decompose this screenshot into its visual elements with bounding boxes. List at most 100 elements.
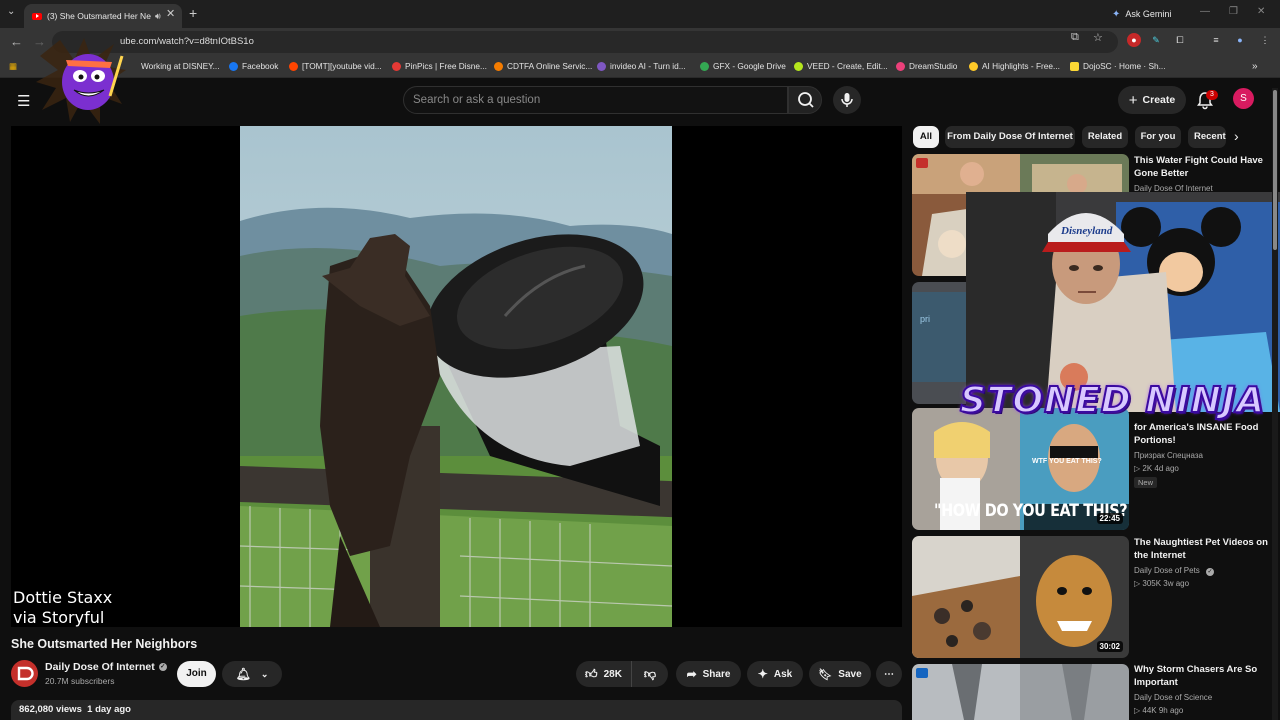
chip-all[interactable]: All xyxy=(913,126,939,148)
subscribed-notifications-button[interactable]: 🔔︎ ⌄ xyxy=(222,661,282,687)
dreamstudio-icon xyxy=(896,61,905,71)
ask-gemini-button[interactable]: ✦ Ask Gemini xyxy=(1104,5,1179,23)
tab-search-chevron-icon[interactable]: ⌄ xyxy=(7,6,15,17)
bookmark-label: Facebook xyxy=(242,61,279,71)
rec-thumbnail-2[interactable]: "HOW DO YOU EAT THIS?!" WTF YOU EAT THIS… xyxy=(912,408,1129,530)
bookmark-7[interactable]: VEED - Create, Edit... xyxy=(794,61,888,71)
purple-mascot-overlay xyxy=(36,38,126,124)
search-input[interactable]: Search or ask a question xyxy=(403,86,788,114)
menu-hamburger-icon[interactable]: ☰ xyxy=(17,92,30,110)
bookmark-4[interactable]: CDTFA Online Servic... xyxy=(494,61,592,71)
notification-count-badge: 3 xyxy=(1206,90,1218,100)
search-button[interactable] xyxy=(788,86,822,114)
ask-button[interactable]: ✦ Ask xyxy=(747,661,803,687)
window-close-icon[interactable]: ✕ xyxy=(1257,6,1265,17)
rec-channel-3[interactable]: Daily Dose of Science xyxy=(1134,693,1212,702)
browser-tab-active[interactable]: (3) She Outsmarted Her Ne 🔊︎ xyxy=(24,4,182,28)
bookmark-star-icon[interactable]: ☆ xyxy=(1093,31,1103,44)
bookmark-0[interactable]: Working at DISNEY... xyxy=(141,61,220,71)
veed-icon xyxy=(794,61,803,71)
browser-toolbar: ← → ube.com/watch?v=d8tnIOtBS1o ⧉ ☆ xyxy=(0,28,1280,56)
tab-close-icon[interactable]: ✕ xyxy=(166,7,175,20)
extension-red-icon[interactable]: ● xyxy=(1127,33,1141,47)
bookmark-2[interactable]: [TOMT][youtube vid... xyxy=(289,61,382,71)
cdtfa-icon xyxy=(494,61,503,71)
bookmark-10[interactable]: DojoSC · Home · Sh... xyxy=(1070,61,1166,71)
youtube-header: ☰ Search or ask a question + Create xyxy=(0,80,1280,120)
rec-title-0[interactable]: This Water Fight Could Have Gone Better xyxy=(1134,154,1274,180)
more-actions-button[interactable]: ⋯ xyxy=(876,661,902,687)
chip-from-channel[interactable]: From Daily Dose Of Internet xyxy=(945,126,1075,148)
bookmark-6[interactable]: GFX - Google Drive xyxy=(700,61,786,71)
rec-title-1[interactable]: for America's INSANE Food Portions! xyxy=(1134,421,1274,447)
more-bookmarks-icon[interactable]: » xyxy=(1252,61,1258,72)
streamer-webcam-overlay: Disneyland xyxy=(966,192,1280,412)
speaker-icon[interactable]: 🔊︎ xyxy=(155,11,161,22)
rec-meta-2: ▷ 305K 3w ago xyxy=(1134,579,1190,588)
channel-avatar[interactable] xyxy=(11,660,38,687)
apps-grid-icon[interactable]: ▦ xyxy=(9,61,17,71)
description-box[interactable]: 862,080 views 1 day ago xyxy=(11,700,902,720)
naughty-pets-thumbnail xyxy=(912,536,1129,658)
bookmark-icon: 🔖︎ xyxy=(818,668,833,681)
svg-text:Disneyland: Disneyland xyxy=(1060,225,1113,237)
bookmark-label: PinPics | Free Disne... xyxy=(405,61,487,71)
chip-related[interactable]: Related xyxy=(1082,126,1128,148)
new-tab-plus-icon[interactable]: + xyxy=(189,5,197,21)
bookmark-label: CDTFA Online Servic... xyxy=(507,61,593,71)
chip-for-you[interactable]: For you xyxy=(1135,126,1181,148)
rec-channel-2[interactable]: Daily Dose of Pets ✓ xyxy=(1134,566,1215,576)
duration-badge: 22:45 xyxy=(1096,513,1123,524)
pinpics-icon xyxy=(392,61,401,71)
rec-thumbnail-3[interactable]: 30:02 xyxy=(912,536,1129,658)
extension-teal-icon[interactable]: ✎ xyxy=(1149,33,1163,47)
install-app-icon[interactable]: ⧉ xyxy=(1071,31,1079,44)
upload-age: 1 day ago xyxy=(87,704,131,715)
restore-icon[interactable]: ❐ xyxy=(1229,6,1238,17)
chip-recent[interactable]: Recent xyxy=(1188,126,1226,148)
search-icon xyxy=(798,92,814,108)
join-button[interactable]: Join xyxy=(177,661,216,687)
new-badge: New xyxy=(1134,477,1158,488)
like-count: 28K xyxy=(603,668,622,680)
rec-channel-1[interactable]: Призрак Спецназа xyxy=(1134,451,1203,460)
rec-thumbnail-4[interactable] xyxy=(912,664,1129,720)
address-bar[interactable]: ube.com/watch?v=d8tnIOtBS1o xyxy=(52,31,1118,53)
share-button[interactable]: ➦ Share xyxy=(676,661,741,687)
google-drive-icon xyxy=(700,61,709,71)
back-arrow-icon[interactable]: ← xyxy=(10,34,23,49)
invideo-icon xyxy=(597,61,606,71)
bookmark-3[interactable]: PinPics | Free Disne... xyxy=(392,61,487,71)
rec-meta-3: ▷ 44K 9h ago xyxy=(1134,706,1184,715)
address-bar-url: ube.com/watch?v=d8tnIOtBS1o xyxy=(120,36,254,47)
bookmark-label: VEED - Create, Edit... xyxy=(807,61,888,71)
rec-title-2[interactable]: The Naughtiest Pet Videos on the Interne… xyxy=(1134,536,1274,562)
bookmark-1[interactable]: Facebook xyxy=(229,61,278,71)
minimize-icon[interactable]: — xyxy=(1200,6,1210,17)
dislike-button[interactable]: 👎︎ xyxy=(632,661,668,687)
voice-search-button[interactable] xyxy=(833,86,861,114)
like-button[interactable]: 👍︎ 28K xyxy=(576,661,632,687)
bookmark-8[interactable]: DreamStudio xyxy=(896,61,957,71)
bookmark-9[interactable]: AI Highlights - Free... xyxy=(969,61,1060,71)
channel-name[interactable]: Daily Dose Of Internet ✓ xyxy=(45,661,167,673)
extensions-puzzle-icon[interactable]: ⧠ xyxy=(1173,33,1187,47)
bookmark-5[interactable]: invideo AI - Turn id... xyxy=(597,61,686,71)
channel-logo-icon xyxy=(17,666,34,681)
video-frame[interactable] xyxy=(240,126,672,627)
save-button[interactable]: 🔖︎ Save xyxy=(809,661,871,687)
verified-check-icon: ✓ xyxy=(1206,568,1215,576)
svg-text:pri: pri xyxy=(920,314,930,324)
create-button[interactable]: + Create xyxy=(1118,86,1186,114)
thumbs-down-icon: 👎︎ xyxy=(643,666,657,681)
chevron-right-icon[interactable]: › xyxy=(1234,128,1239,144)
profile-icon[interactable]: ● xyxy=(1233,33,1247,47)
media-controls-icon[interactable]: ≡ xyxy=(1209,33,1223,47)
rec-title-3[interactable]: Why Storm Chasers Are So Important xyxy=(1134,663,1274,689)
chrome-menu-icon[interactable]: ⋮ xyxy=(1258,33,1272,47)
page-scrollbar-thumb[interactable] xyxy=(1273,90,1277,250)
save-label: Save xyxy=(838,668,862,680)
credit-line-1: Dottie Staxx xyxy=(13,588,113,607)
rec-channel-2-label: Daily Dose of Pets xyxy=(1134,566,1200,575)
account-avatar[interactable]: S xyxy=(1233,88,1254,109)
